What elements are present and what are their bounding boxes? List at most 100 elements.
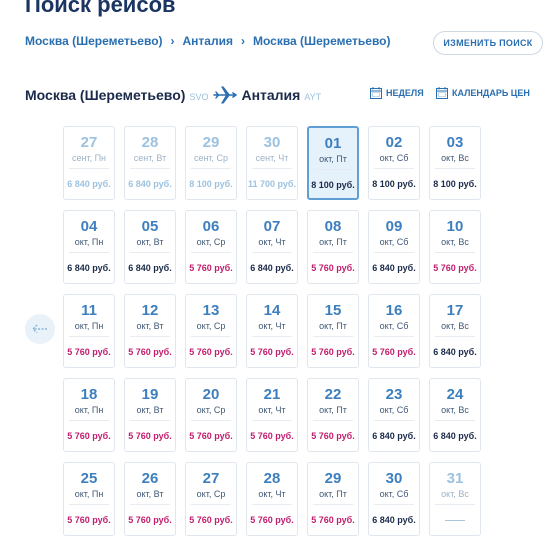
destination-code: AYT	[304, 92, 322, 102]
calendar-day-cell[interactable]: 27 окт, Ср 5 760 руб.	[185, 462, 237, 536]
calendar-day-cell[interactable]: 28 окт, Чт 5 760 руб.	[246, 462, 298, 536]
calendar-day-cell[interactable]: 29 сент, Ср 8 100 руб.	[185, 126, 237, 200]
calendar-day-cell[interactable]: 15 окт, Пт 5 760 руб.	[307, 294, 359, 368]
month-weekday-label: сент, Пн	[71, 153, 107, 163]
calendar-day-cell[interactable]: 11 окт, Пн 5 760 руб.	[63, 294, 115, 368]
cell-divider	[191, 420, 231, 421]
cell-divider	[69, 504, 109, 505]
calendar-day-cell[interactable]: 19 окт, Вт 5 760 руб.	[124, 378, 176, 452]
calendar-day-cell[interactable]: 10 окт, Вс 5 760 руб.	[429, 210, 481, 284]
calendar-day-cell[interactable]: 21 окт, Чт 5 760 руб.	[246, 378, 298, 452]
calendar-day-cell[interactable]: 02 окт, Сб 8 100 руб.	[368, 126, 420, 200]
month-weekday-label: окт, Вс	[441, 153, 469, 163]
calendar-day-cell[interactable]: 12 окт, Вт 5 760 руб.	[124, 294, 176, 368]
month-weekday-label: окт, Вт	[136, 489, 164, 499]
month-weekday-label: окт, Чт	[258, 237, 286, 247]
month-weekday-label: окт, Пн	[74, 405, 104, 415]
price-label: 6 840 руб.	[372, 515, 416, 525]
cell-divider	[374, 420, 414, 421]
price-label: 6 840 руб.	[433, 431, 477, 441]
calendar-day-cell[interactable]: 30 окт, Сб 6 840 руб.	[368, 462, 420, 536]
day-number: 28	[263, 470, 281, 487]
calendar-day-cell[interactable]: 16 окт, Сб 5 760 руб.	[368, 294, 420, 368]
breadcrumb-separator: ›	[240, 34, 245, 48]
calendar-day-cell[interactable]: 27 сент, Пн 6 840 руб.	[63, 126, 115, 200]
calendar-day-cell[interactable]: 25 окт, Пн 5 760 руб.	[63, 462, 115, 536]
day-number: 03	[446, 134, 464, 151]
cell-divider	[69, 252, 109, 253]
day-number: 31	[446, 470, 464, 487]
calendar-day-cell[interactable]: 29 окт, Пт 5 760 руб.	[307, 462, 359, 536]
month-weekday-label: окт, Чт	[258, 405, 286, 415]
breadcrumb-destination[interactable]: Анталия	[183, 34, 233, 48]
calendar-day-cell[interactable]: 20 окт, Ср 5 760 руб.	[185, 378, 237, 452]
breadcrumb-separator: ›	[170, 34, 175, 48]
calendar-day-cell[interactable]: 17 окт, Вс 6 840 руб.	[429, 294, 481, 368]
day-number: 16	[385, 302, 403, 319]
month-weekday-label: окт, Пн	[74, 489, 104, 499]
cell-divider	[252, 336, 292, 337]
calendar-day-cell[interactable]: 05 окт, Вт 6 840 руб.	[124, 210, 176, 284]
calendar-day-cell[interactable]: 22 окт, Пт 5 760 руб.	[307, 378, 359, 452]
calendar-day-cell[interactable]: 30 сент, Чт 11 700 руб.	[246, 126, 298, 200]
price-label: 5 760 руб.	[311, 263, 355, 273]
calendar-day-cell[interactable]: 14 окт, Чт 5 760 руб.	[246, 294, 298, 368]
price-label: 5 760 руб.	[311, 515, 355, 525]
price-label: 5 760 руб.	[250, 515, 294, 525]
airplane-icon	[213, 85, 238, 105]
price-label: 5 760 руб.	[67, 515, 111, 525]
cell-divider	[252, 168, 292, 169]
price-calendar-label: КАЛЕНДАРЬ ЦЕН	[452, 88, 530, 98]
price-label: 6 840 руб.	[250, 263, 294, 273]
day-number: 14	[263, 302, 281, 319]
price-label: 6 840 руб.	[433, 347, 477, 357]
breadcrumb-origin[interactable]: Москва (Шереметьево)	[25, 34, 163, 48]
change-search-button[interactable]: ИЗМЕНИТЬ ПОИСК	[433, 31, 543, 55]
month-weekday-label: окт, Сб	[379, 405, 409, 415]
calendar-day-cell[interactable]: 26 окт, Вт 5 760 руб.	[124, 462, 176, 536]
week-view-link[interactable]: НЕДЕЛЯ	[370, 87, 424, 99]
month-weekday-label: окт, Пт	[319, 154, 347, 164]
price-label: 5 760 руб.	[433, 263, 477, 273]
price-label: 5 760 руб.	[189, 347, 233, 357]
month-weekday-label: окт, Ср	[196, 489, 226, 499]
calendar-day-cell[interactable]: 06 окт, Ср 5 760 руб.	[185, 210, 237, 284]
month-weekday-label: сент, Вт	[133, 153, 167, 163]
month-weekday-label: окт, Сб	[379, 321, 409, 331]
price-label: 6 840 руб.	[128, 263, 172, 273]
month-weekday-label: окт, Вс	[441, 489, 469, 499]
price-label: 6 840 руб.	[372, 263, 416, 273]
calendar-day-cell[interactable]: 08 окт, Пт 5 760 руб.	[307, 210, 359, 284]
calendar-day-cell[interactable]: 18 окт, Пн 5 760 руб.	[63, 378, 115, 452]
arrow-left-icon	[32, 324, 47, 334]
month-weekday-label: окт, Сб	[379, 237, 409, 247]
breadcrumb: Москва (Шереметьево) › Анталия › Москва …	[25, 34, 391, 48]
calendar-day-cell[interactable]: 28 сент, Вт 6 840 руб.	[124, 126, 176, 200]
price-label: 5 760 руб.	[128, 515, 172, 525]
breadcrumb-return[interactable]: Москва (Шереметьево)	[253, 34, 391, 48]
price-label: 6 840 руб.	[128, 179, 172, 189]
price-label: 8 100 руб.	[189, 179, 233, 189]
cell-divider	[69, 336, 109, 337]
calendar-icon	[370, 87, 382, 99]
calendar-day-cell[interactable]: 09 окт, Сб 6 840 руб.	[368, 210, 420, 284]
price-calendar-link[interactable]: КАЛЕНДАРЬ ЦЕН	[436, 87, 530, 99]
calendar-day-cell[interactable]: 23 окт, Сб 6 840 руб.	[368, 378, 420, 452]
price-label: 6 840 руб.	[67, 179, 111, 189]
calendar-day-cell[interactable]: 03 окт, Вс 8 100 руб.	[429, 126, 481, 200]
cell-divider	[374, 168, 414, 169]
previous-week-button[interactable]	[25, 314, 55, 344]
calendar-day-cell[interactable]: 01 окт, Пт 8 100 руб.	[307, 126, 359, 200]
day-number: 25	[80, 470, 98, 487]
calendar-day-cell[interactable]: 24 окт, Вс 6 840 руб.	[429, 378, 481, 452]
cell-divider	[435, 168, 475, 169]
cell-divider	[130, 168, 170, 169]
price-label: 8 100 руб.	[433, 179, 477, 189]
month-weekday-label: окт, Ср	[196, 321, 226, 331]
calendar-icon	[436, 87, 448, 99]
cell-divider	[313, 336, 353, 337]
calendar-day-cell[interactable]: 07 окт, Чт 6 840 руб.	[246, 210, 298, 284]
calendar-day-cell[interactable]: 04 окт, Пн 6 840 руб.	[63, 210, 115, 284]
day-number: 11	[81, 302, 97, 319]
calendar-day-cell[interactable]: 13 окт, Ср 5 760 руб.	[185, 294, 237, 368]
